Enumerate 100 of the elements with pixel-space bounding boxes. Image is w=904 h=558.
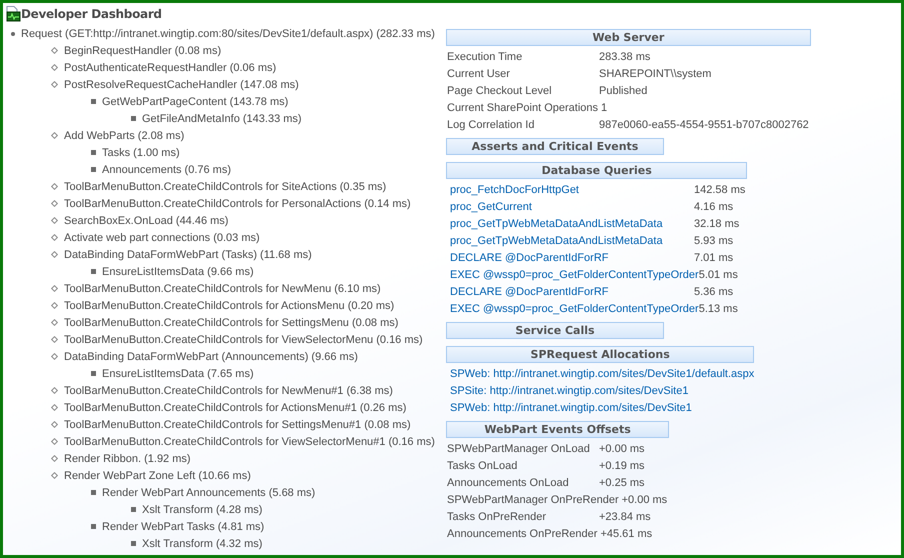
timing-entry: DataBinding DataFormWebPart (Tasks) (11.68 ms) xyxy=(64,248,312,260)
section-header: SPRequest Allocations xyxy=(446,346,754,363)
timing-entry: SearchBoxEx.OnLoad (44.46 ms) xyxy=(64,214,228,226)
info-value: +0.00 ms xyxy=(599,442,646,454)
query-link[interactable]: proc_FetchDocForHttpGet xyxy=(450,184,694,196)
timing-entry: Xslt Transform (4.28 ms) xyxy=(142,504,262,516)
info-value: +45.61 ms xyxy=(600,528,654,540)
bullet-icon xyxy=(50,182,58,190)
timing-entry: ToolBarMenuButton.CreateChildControls for SettingsMenu#1 (0.08 ms) xyxy=(64,418,411,430)
timing-entry: DataBinding DataFormWebPart (Announcements) (9.66 ms) xyxy=(64,350,358,362)
info-label: Announcements OnPreRender xyxy=(447,528,598,540)
bullet-icon xyxy=(131,507,136,512)
bullet-icon xyxy=(131,541,136,546)
info-label: Current SharePoint Operations xyxy=(447,102,600,114)
bullet-icon xyxy=(50,386,58,394)
info-value: 7.01 ms xyxy=(694,252,734,264)
info-value: 5.13 ms xyxy=(698,302,739,314)
bullet-icon xyxy=(50,200,58,208)
timing-entry: Announcements (0.76 ms) xyxy=(102,164,232,176)
timing-entry: ToolBarMenuButton.CreateChildControls for SettingsMenu (0.08 ms) xyxy=(64,316,398,328)
info-value: 5.36 ms xyxy=(694,286,734,298)
timing-entry: EnsureListItemsData (7.65 ms) xyxy=(102,368,254,380)
bullet-icon xyxy=(131,116,136,121)
bullet-icon xyxy=(50,404,58,412)
bullet-icon xyxy=(50,352,58,360)
info-label: Tasks OnPreRender xyxy=(447,510,548,522)
timing-entry: ToolBarMenuButton.CreateChildControls for PersonalActions (0.14 ms) xyxy=(64,198,411,210)
bullet-icon xyxy=(91,371,96,376)
bullet-icon xyxy=(50,438,58,446)
bullet-icon xyxy=(50,336,58,344)
info-label: SPWebPartManager OnLoad xyxy=(447,442,591,454)
timing-entry: ToolBarMenuButton.CreateChildControls for NewMenu#1 (6.38 ms) xyxy=(64,384,393,396)
info-value: +23.84 ms xyxy=(599,510,652,522)
dashboard-icon xyxy=(5,6,21,22)
info-value: Published xyxy=(599,84,648,96)
timing-entry: PostAuthenticateRequestHandler (0.06 ms) xyxy=(64,62,276,74)
bullet-icon xyxy=(50,318,58,326)
info-value: 142.58 ms xyxy=(694,184,746,196)
query-link[interactable]: SPWeb: http://intranet.wingtip.com/sites/DevSite1/default.aspx xyxy=(450,368,754,380)
timing-entry: Xslt Transform (4.32 ms) xyxy=(142,538,262,550)
bullet-icon xyxy=(50,302,58,310)
bullet-icon xyxy=(50,46,58,54)
timing-entry: ToolBarMenuButton.CreateChildControls for SiteActions (0.35 ms) xyxy=(64,180,386,192)
info-value: 5.93 ms xyxy=(694,234,734,246)
bullet-icon xyxy=(91,269,96,274)
dashboard-title: Developer Dashboard xyxy=(21,7,162,21)
info-value: 283.38 ms xyxy=(599,50,652,62)
query-link[interactable]: EXEC @wssp0=proc_GetFolderContentTypeOrder xyxy=(450,302,699,314)
info-value: +0.00 ms xyxy=(622,494,668,506)
section-header: Database Queries xyxy=(446,162,748,179)
query-link[interactable]: proc_GetTpWebMetaDataAndListMetaData xyxy=(450,234,694,246)
info-label: Page Checkout Level xyxy=(447,84,553,96)
bullet-icon xyxy=(91,524,96,529)
info-value: 987e0060-ea55-4554-9551-b707c8002762 xyxy=(599,118,810,130)
bullet-icon xyxy=(50,284,58,292)
timing-entry: BeginRequestHandler (0.08 ms) xyxy=(64,44,222,56)
info-label: Tasks OnLoad xyxy=(447,460,518,472)
bullet-icon xyxy=(50,420,58,428)
timing-entry: ToolBarMenuButton.CreateChildControls for ViewSelectorMenu (0.16 ms) xyxy=(64,334,423,346)
info-value: +0.25 ms xyxy=(599,476,646,488)
bullet-icon xyxy=(50,472,58,480)
timing-entry: ToolBarMenuButton.CreateChildControls for NewMenu (6.10 ms) xyxy=(64,282,381,294)
bullet-icon xyxy=(91,150,96,155)
bullet-icon xyxy=(91,99,96,104)
section-header: Asserts and Critical Events xyxy=(446,138,664,155)
query-link[interactable]: EXEC @wssp0=proc_GetFolderContentTypeOrder xyxy=(450,268,699,280)
info-value: SHAREPOINT\\system xyxy=(599,68,712,80)
info-value: 5.01 ms xyxy=(698,268,739,280)
query-link[interactable]: DECLARE @DocParentIdForRF xyxy=(450,286,694,298)
bullet-icon xyxy=(50,250,58,258)
bullet-icon xyxy=(50,234,58,242)
bullet-icon xyxy=(50,80,58,88)
bullet-icon xyxy=(50,216,58,224)
info-label: Current User xyxy=(447,68,511,80)
section-header: Web Server xyxy=(446,29,811,46)
query-link[interactable]: proc_GetTpWebMetaDataAndListMetaData xyxy=(450,218,694,230)
info-label: Announcements OnLoad xyxy=(447,476,570,488)
timing-entry: Render WebPart Zone Left (10.66 ms) xyxy=(64,470,251,482)
timing-entry: Render WebPart Announcements (5.68 ms) xyxy=(102,486,316,498)
query-link[interactable]: proc_GetCurrent xyxy=(450,200,694,212)
bullet-icon xyxy=(11,32,15,36)
section-header: WebPart Events Offsets xyxy=(446,421,670,438)
query-link[interactable]: SPWeb: http://intranet.wingtip.com/sites/DevSite1 xyxy=(450,402,694,414)
info-value: +0.19 ms xyxy=(599,460,646,472)
timing-entry: GetFileAndMetaInfo (143.33 ms) xyxy=(142,112,302,124)
timing-entry: Render WebPart Tasks (4.81 ms) xyxy=(102,520,264,532)
bullet-icon xyxy=(50,454,58,462)
timing-entry: EnsureListItemsData (9.66 ms) xyxy=(102,266,254,278)
timing-entry: Add WebParts (2.08 ms) xyxy=(64,130,184,142)
timing-entry: Tasks (1.00 ms) xyxy=(102,146,180,158)
info-label: Log Correlation Id xyxy=(447,118,536,130)
query-link[interactable]: SPSite: http://intranet.wingtip.com/sites/DevSite1 xyxy=(450,384,694,396)
section-header: Service Calls xyxy=(446,322,664,339)
timing-entry: PostResolveRequestCacheHandler (147.08 ms) xyxy=(64,78,299,90)
query-link[interactable]: DECLARE @DocParentIdForRF xyxy=(450,252,694,264)
bullet-icon xyxy=(91,167,96,172)
info-label: SPWebPartManager OnPreRender xyxy=(447,494,620,506)
timing-entry: Render Ribbon. (1.92 ms) xyxy=(64,452,191,464)
info-label: Execution Time xyxy=(447,50,524,62)
bullet-icon xyxy=(50,132,58,140)
